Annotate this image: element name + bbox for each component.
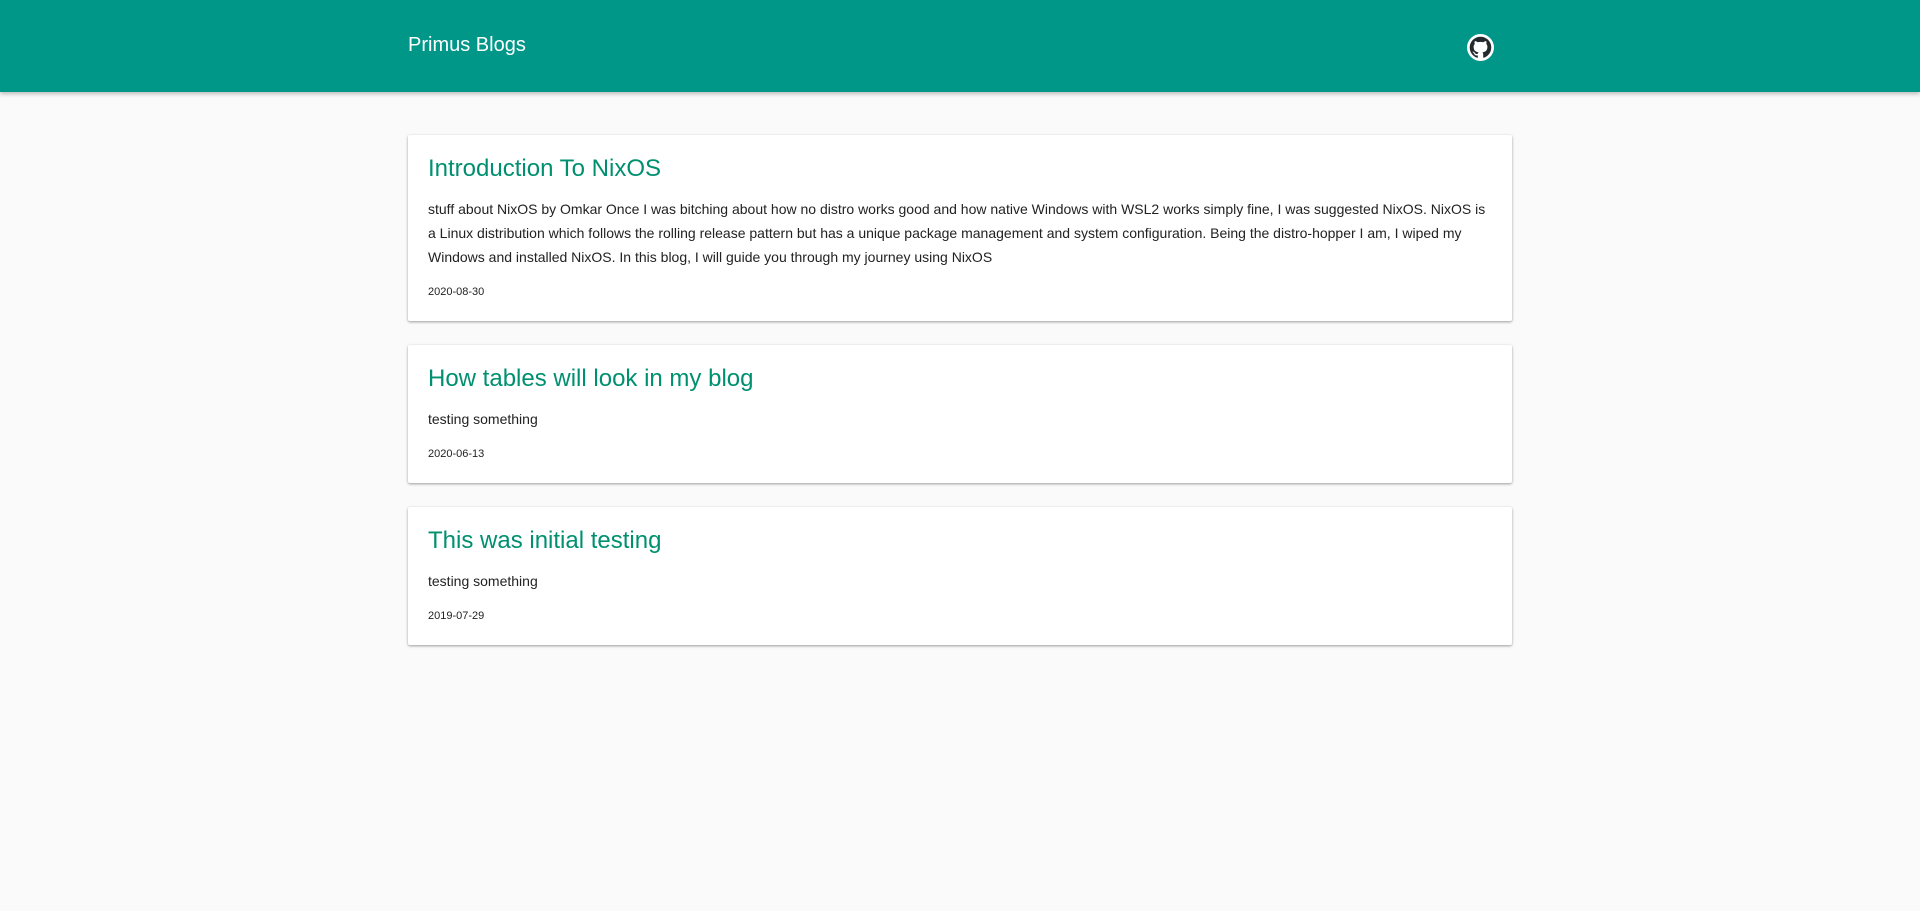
post-date: 2019-07-29: [428, 610, 485, 622]
brand-link[interactable]: Primus Blogs: [408, 33, 526, 57]
post-card: Introduction To NixOS stuff about NixOS …: [408, 135, 1512, 321]
github-link[interactable]: [1467, 34, 1494, 61]
post-title-link[interactable]: This was initial testing: [428, 527, 1492, 555]
post-list: Introduction To NixOS stuff about NixOS …: [408, 135, 1512, 669]
post-date: 2020-06-13: [428, 448, 485, 460]
post-excerpt: testing something: [428, 411, 538, 427]
top-app-bar: Primus Blogs: [0, 0, 1920, 92]
post-title-link[interactable]: Introduction To NixOS: [428, 155, 1492, 183]
post-date: 2020-08-30: [428, 286, 485, 298]
github-icon: [1467, 34, 1494, 61]
post-excerpt: stuff about NixOS by Omkar Once I was bi…: [428, 201, 1486, 265]
post-excerpt: testing something: [428, 573, 538, 589]
post-title-link[interactable]: How tables will look in my blog: [428, 365, 1492, 393]
post-card: How tables will look in my blog testing …: [408, 345, 1512, 483]
post-card: This was initial testing testing somethi…: [408, 507, 1512, 645]
